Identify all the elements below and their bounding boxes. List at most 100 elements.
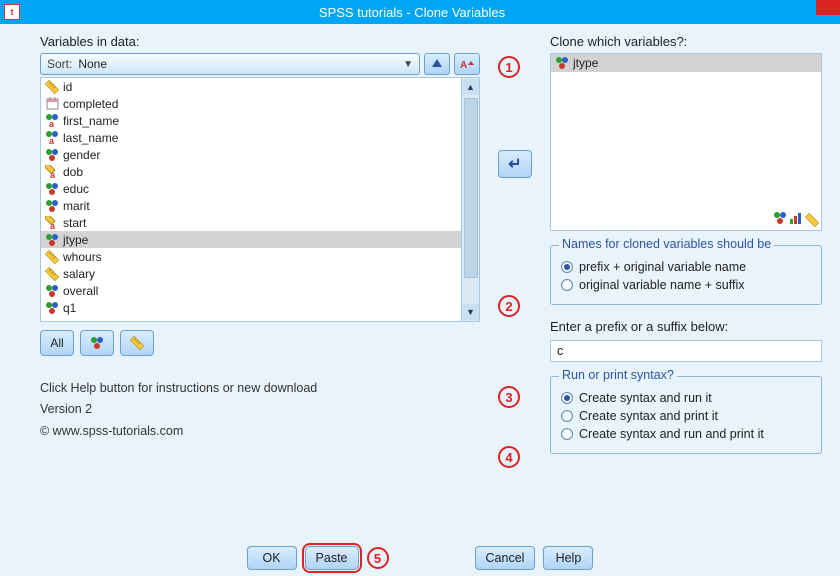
naming-legend: Names for cloned variables should be bbox=[559, 237, 774, 251]
prefix-label: Enter a prefix or a suffix below: bbox=[550, 319, 822, 334]
svg-text:a: a bbox=[50, 170, 56, 179]
nominal-icon bbox=[45, 182, 59, 196]
radio-print-label: Create syntax and print it bbox=[579, 409, 718, 423]
measure-nominal-icon bbox=[773, 211, 787, 228]
nominal-icon bbox=[555, 56, 569, 70]
chevron-down-icon: ▼ bbox=[403, 59, 413, 70]
variable-name: completed bbox=[63, 97, 118, 111]
scrollbar[interactable]: ▲ ▼ bbox=[461, 78, 479, 321]
callout-2: 2 bbox=[498, 295, 520, 317]
filter-nominal-button[interactable] bbox=[80, 330, 114, 356]
variable-name: first_name bbox=[63, 114, 119, 128]
help-button[interactable]: Help bbox=[543, 546, 593, 570]
naming-group: Names for cloned variables should be pre… bbox=[550, 245, 822, 305]
radio-both[interactable]: Create syntax and run and print it bbox=[561, 427, 811, 441]
radio-print[interactable]: Create syntax and print it bbox=[561, 409, 811, 423]
variable-name: educ bbox=[63, 182, 89, 196]
prefix-input[interactable] bbox=[550, 340, 822, 362]
variables-list[interactable]: idcompletedafirst_namealast_namegenderad… bbox=[40, 77, 480, 322]
ruler-icon bbox=[45, 80, 59, 94]
close-icon[interactable] bbox=[816, 0, 840, 15]
nominal-icon bbox=[45, 199, 59, 213]
variable-name: gender bbox=[63, 148, 100, 162]
measure-ordinal-icon bbox=[789, 211, 803, 228]
radio-icon bbox=[561, 279, 573, 291]
list-item[interactable]: astart bbox=[41, 214, 461, 231]
scale-a-icon: a bbox=[45, 216, 59, 230]
radio-run-label: Create syntax and run it bbox=[579, 391, 712, 405]
radio-icon bbox=[561, 392, 573, 404]
filter-all-button[interactable]: All bbox=[40, 330, 74, 356]
help-instructions: Click Help button for instructions or ne… bbox=[40, 378, 480, 399]
list-item[interactable]: educ bbox=[41, 180, 461, 197]
scroll-thumb[interactable] bbox=[464, 98, 478, 278]
variable-name: salary bbox=[63, 267, 95, 281]
list-item[interactable]: salary bbox=[41, 265, 461, 282]
nominal-icon bbox=[45, 284, 59, 298]
variables-label: Variables in data: bbox=[40, 34, 480, 49]
sort-desc-button[interactable]: A bbox=[454, 53, 480, 75]
calendar-icon bbox=[45, 97, 59, 111]
radio-suffix[interactable]: original variable name + suffix bbox=[561, 278, 811, 292]
measure-scale-icon bbox=[805, 211, 819, 228]
sort-dropdown[interactable]: Sort: None ▼ bbox=[40, 53, 420, 75]
app-icon: t bbox=[4, 4, 20, 20]
ruler-icon bbox=[45, 250, 59, 264]
list-item[interactable]: a last_name bbox=[41, 129, 461, 146]
sort-label: Sort: bbox=[47, 57, 72, 71]
nominal-icon bbox=[45, 301, 59, 315]
callout-5: 5 bbox=[367, 547, 389, 569]
copyright-text: © www.spss-tutorials.com bbox=[40, 421, 480, 442]
scale-a-icon: a bbox=[45, 165, 59, 179]
svg-text:a: a bbox=[49, 119, 55, 128]
variable-name: dob bbox=[63, 165, 83, 179]
nominal-a-icon: a bbox=[45, 114, 59, 128]
variable-name: last_name bbox=[63, 131, 118, 145]
list-item[interactable]: completed bbox=[41, 95, 461, 112]
list-item[interactable]: marit bbox=[41, 197, 461, 214]
nominal-icon bbox=[45, 148, 59, 162]
svg-text:a: a bbox=[49, 136, 55, 145]
radio-both-label: Create syntax and run and print it bbox=[579, 427, 764, 441]
run-legend: Run or print syntax? bbox=[559, 368, 677, 382]
radio-icon bbox=[561, 261, 573, 273]
radio-run[interactable]: Create syntax and run it bbox=[561, 391, 811, 405]
radio-icon bbox=[561, 428, 573, 440]
variable-name: jtype bbox=[63, 233, 88, 247]
callout-3: 3 bbox=[498, 386, 520, 408]
list-item[interactable]: whours bbox=[41, 248, 461, 265]
variable-name: q1 bbox=[63, 301, 76, 315]
list-item[interactable]: adob bbox=[41, 163, 461, 180]
sort-value: None bbox=[78, 57, 403, 71]
clone-list[interactable]: jtype bbox=[550, 53, 822, 231]
list-item[interactable]: overall bbox=[41, 282, 461, 299]
scroll-down-icon[interactable]: ▼ bbox=[463, 304, 479, 320]
paste-button[interactable]: Paste bbox=[305, 546, 359, 570]
radio-icon bbox=[561, 410, 573, 422]
svg-text:a: a bbox=[50, 221, 56, 230]
variable-name: id bbox=[63, 80, 72, 94]
svg-text:A: A bbox=[460, 60, 467, 70]
window-title: SPSS tutorials - Clone Variables bbox=[24, 5, 840, 20]
variable-name: marit bbox=[63, 199, 90, 213]
filter-scale-button[interactable] bbox=[120, 330, 154, 356]
cancel-button[interactable]: Cancel bbox=[475, 546, 536, 570]
list-item[interactable]: jtype bbox=[551, 54, 821, 72]
ruler-icon bbox=[45, 267, 59, 281]
list-item[interactable]: a first_name bbox=[41, 112, 461, 129]
nominal-icon bbox=[45, 233, 59, 247]
scroll-up-icon[interactable]: ▲ bbox=[463, 79, 479, 95]
move-variable-button[interactable]: ↵ bbox=[498, 150, 532, 178]
list-item[interactable]: gender bbox=[41, 146, 461, 163]
nominal-a-icon: a bbox=[45, 131, 59, 145]
callout-1: 1 bbox=[498, 56, 520, 78]
sort-asc-button[interactable] bbox=[424, 53, 450, 75]
title-bar: t SPSS tutorials - Clone Variables bbox=[0, 0, 840, 24]
variable-name: whours bbox=[63, 250, 102, 264]
list-item[interactable]: jtype bbox=[41, 231, 461, 248]
list-item[interactable]: id bbox=[41, 78, 461, 95]
list-item[interactable]: q1 bbox=[41, 299, 461, 316]
radio-prefix[interactable]: prefix + original variable name bbox=[561, 260, 811, 274]
ok-button[interactable]: OK bbox=[247, 546, 297, 570]
version-text: Version 2 bbox=[40, 399, 480, 420]
